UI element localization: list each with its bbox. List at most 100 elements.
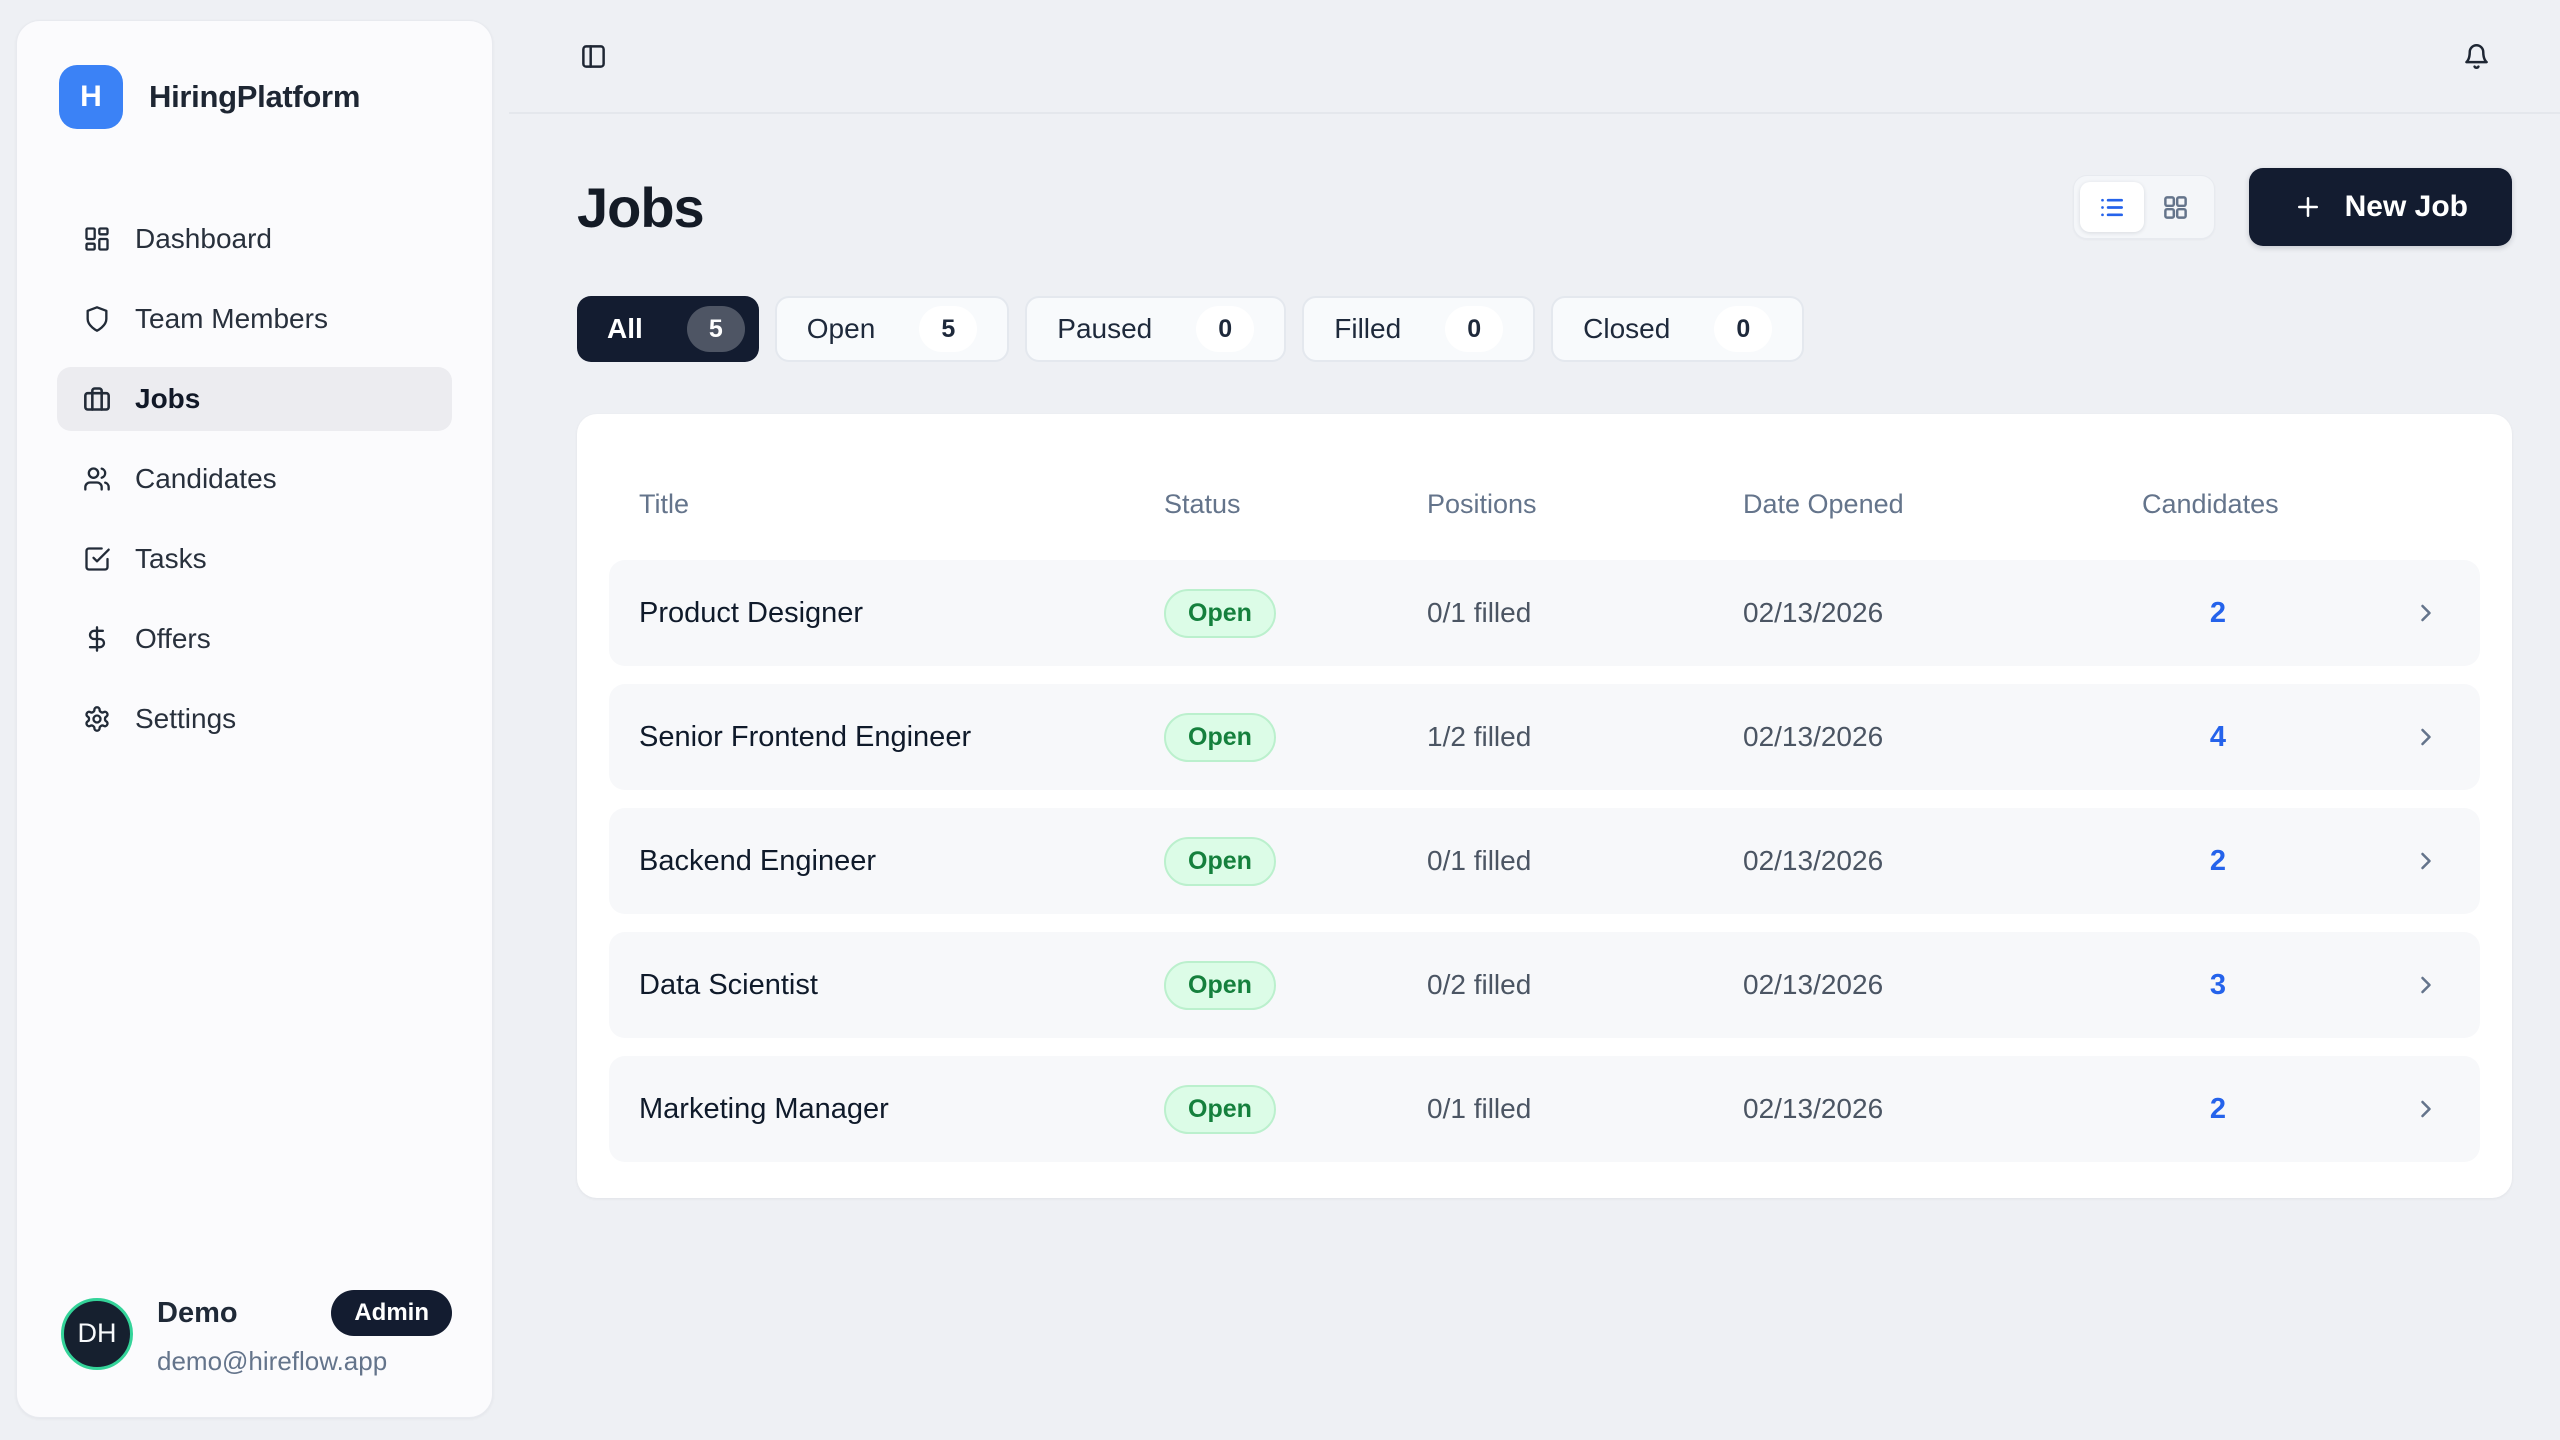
status-badge: Open bbox=[1164, 961, 1276, 1010]
chevron-right-icon[interactable] bbox=[2294, 599, 2440, 627]
tab-all[interactable]: All 5 bbox=[577, 296, 759, 362]
tab-count-badge: 0 bbox=[1196, 306, 1254, 352]
candidates-count[interactable]: 4 bbox=[2142, 721, 2294, 754]
candidates-count[interactable]: 2 bbox=[2142, 845, 2294, 878]
candidates-count[interactable]: 2 bbox=[2142, 1093, 2294, 1126]
sidebar-item-tasks[interactable]: Tasks bbox=[57, 527, 452, 591]
table-header-row: Title Status Positions Date Opened Candi… bbox=[609, 448, 2480, 560]
sidebar-item-label: Dashboard bbox=[135, 223, 272, 255]
tab-label: Filled bbox=[1334, 313, 1401, 345]
sidebar-item-team-members[interactable]: Team Members bbox=[57, 287, 452, 351]
tab-label: Paused bbox=[1057, 313, 1152, 345]
candidates-count[interactable]: 3 bbox=[2142, 969, 2294, 1002]
job-title: Backend Engineer bbox=[639, 845, 1164, 878]
status-badge: Open bbox=[1164, 589, 1276, 638]
date-opened: 02/13/2026 bbox=[1743, 1093, 2142, 1125]
user-email: demo@hireflow.app bbox=[157, 1346, 452, 1377]
panel-left-icon bbox=[580, 43, 607, 70]
page-title: Jobs bbox=[577, 175, 704, 240]
sidebar-item-dashboard[interactable]: Dashboard bbox=[57, 207, 452, 271]
sidebar-item-candidates[interactable]: Candidates bbox=[57, 447, 452, 511]
user-info: Demo Admin demo@hireflow.app bbox=[157, 1290, 452, 1377]
tab-count-badge: 0 bbox=[1714, 306, 1772, 352]
sidebar-toggle-button[interactable] bbox=[571, 34, 615, 78]
job-title: Data Scientist bbox=[639, 969, 1164, 1002]
briefcase-icon bbox=[83, 385, 111, 413]
gear-icon bbox=[83, 705, 111, 733]
sidebar-nav: Dashboard Team Members Jobs Candidates T… bbox=[57, 207, 452, 767]
tab-filled[interactable]: Filled 0 bbox=[1302, 296, 1535, 362]
job-title: Product Designer bbox=[639, 597, 1164, 630]
new-job-button[interactable]: New Job bbox=[2249, 168, 2512, 246]
date-opened: 02/13/2026 bbox=[1743, 845, 2142, 877]
column-header-status: Status bbox=[1164, 489, 1427, 520]
job-title: Marketing Manager bbox=[639, 1093, 1164, 1126]
table-row[interactable]: Data Scientist Open 0/2 filled 02/13/202… bbox=[609, 932, 2480, 1038]
chevron-right-icon[interactable] bbox=[2294, 971, 2440, 999]
brand: H HiringPlatform bbox=[57, 65, 452, 129]
tab-count-badge: 5 bbox=[919, 306, 977, 352]
brand-logo: H bbox=[59, 65, 123, 129]
page-header: Jobs bbox=[577, 168, 2512, 246]
user-name: Demo bbox=[157, 1297, 238, 1330]
tab-open[interactable]: Open 5 bbox=[775, 296, 1010, 362]
main-area: Jobs bbox=[509, 0, 2560, 1440]
filter-tabs: All 5 Open 5 Paused 0 Filled 0 Closed 0 bbox=[577, 296, 2512, 362]
avatar: DH bbox=[61, 1298, 133, 1370]
status-badge: Open bbox=[1164, 1085, 1276, 1134]
tab-label: All bbox=[607, 313, 643, 345]
sidebar-item-label: Tasks bbox=[135, 543, 207, 575]
tab-label: Closed bbox=[1583, 313, 1670, 345]
table-row[interactable]: Marketing Manager Open 0/1 filled 02/13/… bbox=[609, 1056, 2480, 1162]
new-job-label: New Job bbox=[2345, 190, 2468, 224]
sidebar-item-offers[interactable]: Offers bbox=[57, 607, 452, 671]
positions-filled: 0/1 filled bbox=[1427, 597, 1743, 629]
user-section[interactable]: DH Demo Admin demo@hireflow.app bbox=[57, 1290, 452, 1377]
list-view-button[interactable] bbox=[2080, 182, 2144, 232]
grid-view-button[interactable] bbox=[2144, 182, 2208, 232]
sidebar-item-label: Offers bbox=[135, 623, 211, 655]
tab-closed[interactable]: Closed 0 bbox=[1551, 296, 1804, 362]
notifications-button[interactable] bbox=[2454, 34, 2498, 78]
dollar-icon bbox=[83, 625, 111, 653]
chevron-right-icon[interactable] bbox=[2294, 1095, 2440, 1123]
job-title: Senior Frontend Engineer bbox=[639, 721, 1164, 754]
plus-icon bbox=[2293, 192, 2323, 222]
tab-count-badge: 5 bbox=[687, 306, 745, 352]
positions-filled: 0/1 filled bbox=[1427, 1093, 1743, 1125]
check-square-icon bbox=[83, 545, 111, 573]
header-actions: New Job bbox=[2073, 168, 2512, 246]
table-row[interactable]: Backend Engineer Open 0/1 filled 02/13/2… bbox=[609, 808, 2480, 914]
view-toggle bbox=[2073, 175, 2215, 239]
column-header-positions: Positions bbox=[1427, 489, 1743, 520]
sidebar: H HiringPlatform Dashboard Team Members … bbox=[16, 20, 493, 1418]
tab-label: Open bbox=[807, 313, 876, 345]
brand-name: HiringPlatform bbox=[149, 79, 360, 115]
positions-filled: 0/1 filled bbox=[1427, 845, 1743, 877]
sidebar-item-label: Jobs bbox=[135, 383, 200, 415]
table-row[interactable]: Product Designer Open 0/1 filled 02/13/2… bbox=[609, 560, 2480, 666]
topbar bbox=[509, 0, 2560, 114]
sidebar-item-label: Candidates bbox=[135, 463, 277, 495]
dashboard-icon bbox=[83, 225, 111, 253]
table-row[interactable]: Senior Frontend Engineer Open 1/2 filled… bbox=[609, 684, 2480, 790]
grid-icon bbox=[2162, 194, 2189, 221]
bell-icon bbox=[2463, 43, 2490, 70]
shield-icon bbox=[83, 305, 111, 333]
column-header-candidates: Candidates bbox=[2142, 489, 2294, 520]
chevron-right-icon[interactable] bbox=[2294, 723, 2440, 751]
sidebar-item-settings[interactable]: Settings bbox=[57, 687, 452, 751]
tab-paused[interactable]: Paused 0 bbox=[1025, 296, 1286, 362]
sidebar-item-label: Team Members bbox=[135, 303, 328, 335]
chevron-right-icon[interactable] bbox=[2294, 847, 2440, 875]
status-badge: Open bbox=[1164, 837, 1276, 886]
tab-count-badge: 0 bbox=[1445, 306, 1503, 352]
sidebar-item-jobs[interactable]: Jobs bbox=[57, 367, 452, 431]
date-opened: 02/13/2026 bbox=[1743, 969, 2142, 1001]
date-opened: 02/13/2026 bbox=[1743, 597, 2142, 629]
positions-filled: 1/2 filled bbox=[1427, 721, 1743, 753]
sidebar-item-label: Settings bbox=[135, 703, 236, 735]
status-badge: Open bbox=[1164, 713, 1276, 762]
candidates-count[interactable]: 2 bbox=[2142, 597, 2294, 630]
date-opened: 02/13/2026 bbox=[1743, 721, 2142, 753]
